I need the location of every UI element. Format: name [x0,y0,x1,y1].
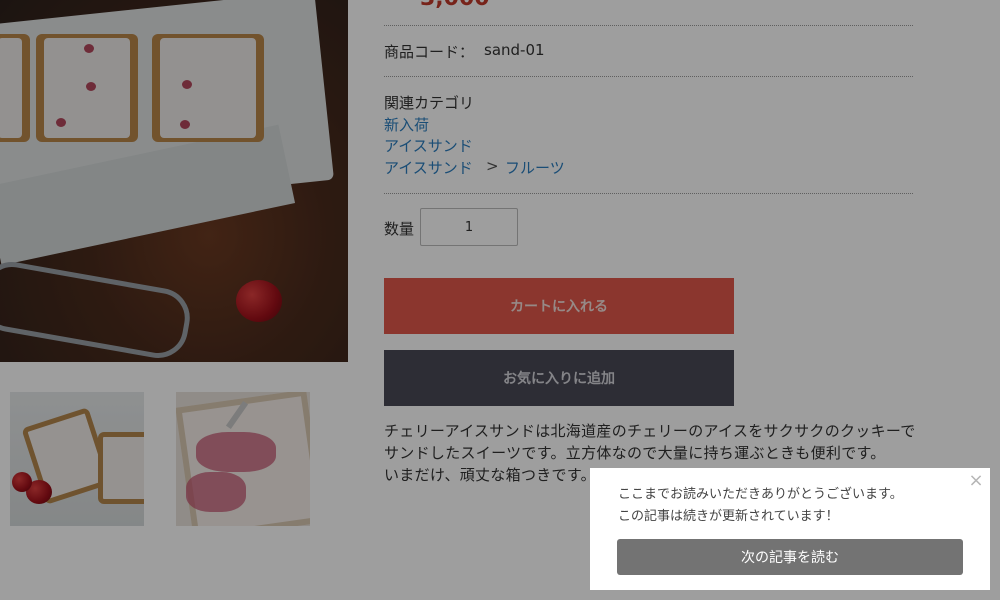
read-next-article-button[interactable]: 次の記事を読む [617,539,963,575]
close-icon[interactable]: × [966,470,986,491]
popup-message: ここまでお読みいただきありがとうございます。 この記事は続きが更新されています！ [618,487,903,524]
next-article-popup: × ここまでお読みいただきありがとうございます。 この記事は続きが更新されていま… [590,468,990,590]
